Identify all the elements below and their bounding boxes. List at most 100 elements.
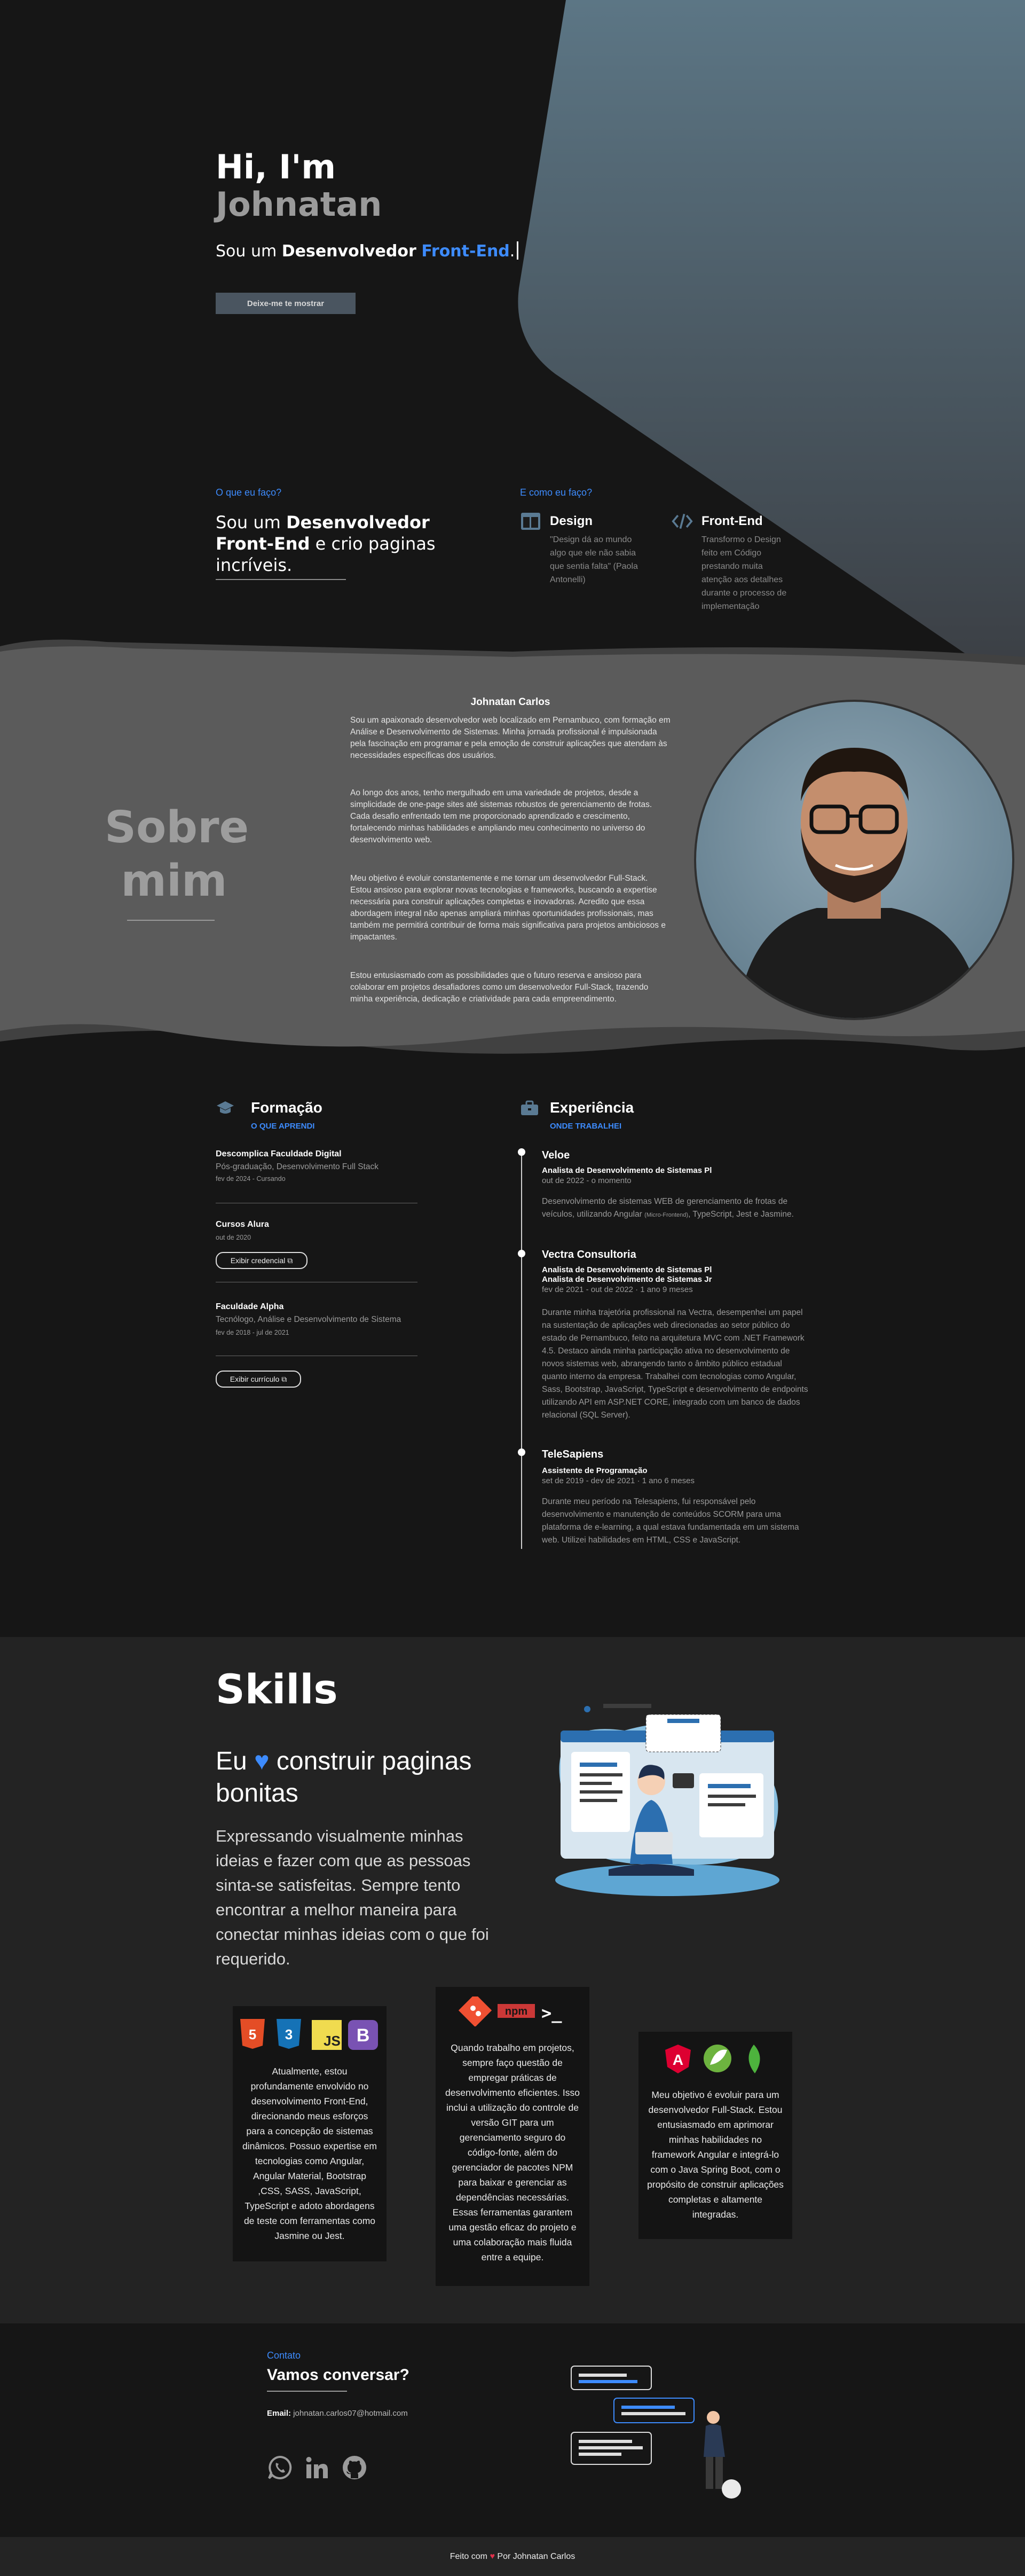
- experiencia-title: Experiência: [550, 1099, 634, 1116]
- what-kicker: O que eu faço?: [216, 487, 282, 498]
- about-paragraph-2: Ao longo dos anos, tenho mergulhado em u…: [350, 788, 652, 844]
- frontend-title: Front-End: [701, 514, 763, 528]
- curriculum-button-label: Exibir currículo: [230, 1374, 280, 1383]
- formacao-subtitle: O QUE APRENDI: [251, 1122, 315, 1131]
- what-title-pre: Sou um: [216, 512, 286, 533]
- exp-1-role: Analista de Desenvolvimento de Sistemas …: [542, 1166, 712, 1175]
- edu-1-title: Descomplica Faculdade Digital: [216, 1149, 342, 1158]
- exp-1-desc: Desenvolvimento de sistemas WEB de geren…: [542, 1195, 809, 1222]
- fullstack-icons: A: [665, 2045, 760, 2073]
- exp-1-company: Veloe: [542, 1149, 570, 1161]
- skill-card-frontend: 5 3 JS B Atualmente, estou profundamente…: [233, 2006, 387, 2261]
- skills-description: Expressando visualmente minhas ideias e …: [216, 1827, 489, 1968]
- exp-2-role-1: Analista de Desenvolvimento de Sistemas …: [542, 1265, 712, 1274]
- external-link-icon: ⧉: [287, 1256, 293, 1265]
- timeline-dot: [518, 1148, 525, 1156]
- about-paragraph-4: Estou entusiasmado com as possibilidades…: [350, 971, 649, 1004]
- frontend-block: Front-End Transformo o Design feito em C…: [672, 512, 800, 618]
- skill-card-tools: npm >_ Quando trabalho em projetos, semp…: [436, 1987, 589, 2286]
- show-me-button[interactable]: Deixe-me te mostrar: [216, 293, 356, 314]
- timeline-dot: [518, 1250, 525, 1257]
- contact-title: Vamos conversar?: [267, 2366, 409, 2384]
- about-paragraph-1: Sou um apaixonado desenvolvedor web loca…: [350, 716, 671, 760]
- role-bold: Desenvolvedor: [281, 242, 416, 261]
- contact-section: [0, 2323, 1025, 2537]
- exp-1-date: out de 2022 - o momento: [542, 1176, 632, 1185]
- developer-illustration: [555, 1704, 779, 1896]
- contact-kicker: Contato: [267, 2350, 301, 2361]
- svg-text:JS: JS: [324, 2033, 341, 2049]
- svg-text:B: B: [357, 2025, 370, 2046]
- chat-illustration: [571, 2366, 741, 2499]
- exp-2-desc: Durante minha trajetória profissional na…: [542, 1308, 808, 1420]
- frontend-desc: Transformo o Design feito em Código pres…: [701, 535, 787, 611]
- footer-pre: Feito com: [450, 2552, 487, 2561]
- exp-2-role-2: Analista de Desenvolvimento de Sistemas …: [542, 1275, 712, 1284]
- design-desc: "Design dá ao mundo algo que ele não sab…: [550, 535, 638, 584]
- heart-icon: ♥: [490, 2552, 495, 2561]
- exp-2-company: Vectra Consultoria: [542, 1249, 636, 1260]
- about-title: Sobre mim: [105, 801, 249, 908]
- credential-button-label: Exibir credencial: [230, 1256, 286, 1265]
- email-value[interactable]: johnatan.carlos07@hotmail.com: [293, 2409, 408, 2418]
- what-title: Sou um Desenvolvedor Front-End e crio pa…: [216, 512, 440, 576]
- git-icon: [458, 1996, 492, 2026]
- whatsapp-icon[interactable]: [267, 2455, 293, 2480]
- skill-card-fullstack: A Meu objetivo é evoluir para um desenvo…: [638, 2032, 792, 2239]
- tools-icons: npm >_: [458, 1996, 562, 2026]
- edu-1-date: fev de 2024 - Cursando: [216, 1175, 286, 1183]
- hero-role: Sou um Desenvolvedor Front-End.: [216, 241, 519, 261]
- hero-name: Johnatan: [216, 185, 382, 224]
- timeline-dot: [518, 1448, 525, 1456]
- github-icon[interactable]: [342, 2455, 367, 2480]
- edu-2-date: out de 2020: [216, 1234, 251, 1241]
- edu-2-title: Cursos Alura: [216, 1220, 269, 1229]
- role-space: [416, 242, 422, 261]
- mongodb-icon: [748, 2045, 760, 2073]
- exp-3-date: set de 2019 - dev de 2021 · 1 ano 6 mese…: [542, 1476, 695, 1485]
- timeline-line: [521, 1148, 522, 1549]
- exp-3-company: TeleSapiens: [542, 1448, 604, 1460]
- skill-card-tools-text: Quando trabalho em projetos, sempre faço…: [445, 2042, 580, 2262]
- exp-1-desc-end: , TypeScript, Jest e Jasmine.: [688, 1210, 794, 1219]
- linkedin-icon[interactable]: [304, 2455, 330, 2480]
- exp-1-desc-small: (Micro-Frontend): [644, 1212, 689, 1218]
- contact-divider: [267, 2391, 347, 2392]
- love-pre: Eu: [216, 1747, 247, 1775]
- exp-2-date: fev de 2021 - out de 2022 · 1 ano 9 mese…: [542, 1285, 693, 1294]
- frontend-tech-icons: 5 3 JS B: [240, 2019, 378, 2050]
- footer-post: Por Johnatan Carlos: [497, 2552, 575, 2561]
- edu-3-title: Faculdade Alpha: [216, 1302, 284, 1311]
- layout-icon: [521, 513, 540, 530]
- hero-section: [0, 0, 1025, 694]
- hero-greeting: Hi, I'm: [216, 147, 336, 186]
- curriculum-button[interactable]: Exibir currículo ⧉: [216, 1371, 301, 1388]
- footer: Feito com ♥ Por Johnatan Carlos: [0, 2537, 1025, 2576]
- code-icon: [672, 513, 693, 529]
- skill-card-fullstack-text: Meu objetivo é evoluir para um desenvolv…: [647, 2089, 784, 2220]
- how-kicker: E como eu faço?: [520, 487, 593, 498]
- credential-button[interactable]: Exibir credencial ⧉: [216, 1252, 308, 1269]
- what-divider: [216, 579, 346, 580]
- skills-title: Skills: [216, 1665, 338, 1713]
- svg-text:npm: npm: [505, 2006, 527, 2017]
- exp-3-role: Assistente de Programação: [542, 1466, 648, 1475]
- heart-icon: ♥: [254, 1747, 270, 1775]
- role-prefix: Sou um: [216, 242, 282, 261]
- svg-text:A: A: [673, 2052, 683, 2068]
- about-heading: Johnatan Carlos: [470, 696, 550, 708]
- about-title-line1: Sobre: [105, 802, 249, 853]
- about-title-line2: mim: [121, 856, 227, 906]
- skills-love-heading: Eu ♥ construir paginas bonitas: [216, 1745, 493, 1810]
- design-title: Design: [550, 514, 593, 528]
- role-highlight: Front-End: [421, 242, 510, 261]
- typing-caret: [517, 241, 519, 260]
- profile-photo: [694, 700, 1014, 1020]
- role-suffix: .: [509, 242, 515, 261]
- graduation-cap-icon: [217, 1101, 234, 1114]
- exp-3-desc: Durante meu período na Telesapiens, fui …: [542, 1497, 799, 1545]
- design-block: Design "Design dá ao mundo algo que ele …: [520, 512, 648, 608]
- edu-1-subtitle: Pós-graduação, Desenvolvimento Full Stac…: [216, 1162, 379, 1171]
- skill-card-frontend-text: Atualmente, estou profundamente envolvid…: [242, 2066, 377, 2241]
- svg-text:5: 5: [249, 2026, 256, 2042]
